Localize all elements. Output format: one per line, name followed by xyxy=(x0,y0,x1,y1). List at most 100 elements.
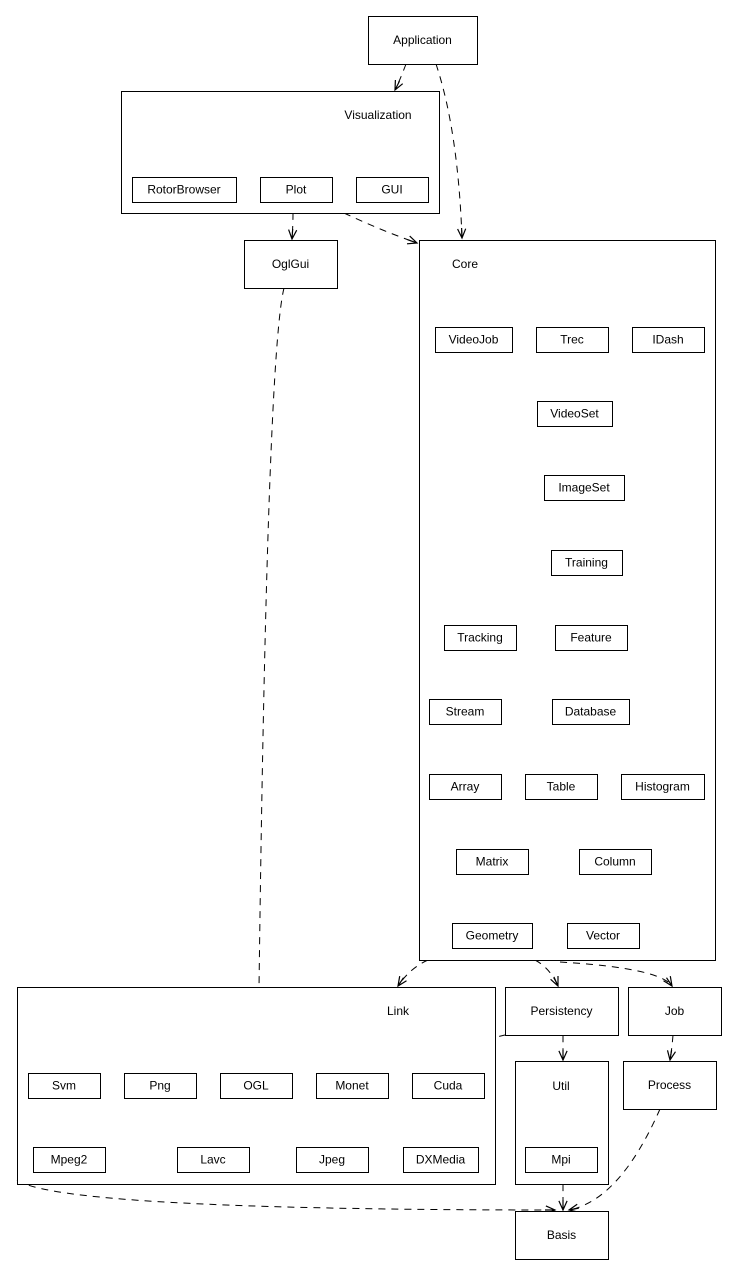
module-tracking: Tracking xyxy=(444,625,517,651)
module-label-image-set: ImageSet xyxy=(558,481,610,495)
module-label-job: Job xyxy=(665,1004,685,1018)
edge-link-to-basis xyxy=(16,1179,557,1215)
arrowhead-icon xyxy=(288,228,298,241)
module-label-video-set: VideoSet xyxy=(550,407,599,421)
module-label-mpeg2: Mpeg2 xyxy=(51,1153,88,1167)
arrowhead-icon xyxy=(397,975,407,988)
module-label-cuda: Cuda xyxy=(434,1079,463,1093)
module-label-video-job: VideoJob xyxy=(449,333,499,347)
module-feature: Feature xyxy=(555,625,628,651)
module-basis: Basis xyxy=(515,1211,609,1260)
module-vector: Vector xyxy=(567,923,640,949)
edge-line xyxy=(397,959,429,987)
module-plot: Plot xyxy=(260,177,333,203)
module-label-jpeg: Jpeg xyxy=(319,1153,345,1167)
module-mpeg2: Mpeg2 xyxy=(33,1147,106,1173)
module-label-process: Process xyxy=(648,1078,691,1092)
module-label-stream: Stream xyxy=(446,705,485,719)
module-ogl: OGL xyxy=(220,1073,293,1099)
module-label-histogram: Histogram xyxy=(635,780,690,794)
module-process: Process xyxy=(623,1061,717,1110)
module-cuda: Cuda xyxy=(412,1073,485,1099)
module-idash: IDash xyxy=(632,327,705,353)
arrowhead-icon xyxy=(558,1050,568,1062)
module-column: Column xyxy=(579,849,652,875)
module-label-png: Png xyxy=(149,1079,170,1093)
module-label-svm: Svm xyxy=(52,1079,76,1093)
module-jpeg: Jpeg xyxy=(296,1147,369,1173)
module-label-table: Table xyxy=(547,780,576,794)
module-stream: Stream xyxy=(429,699,502,725)
module-label-persistency: Persistency xyxy=(530,1004,592,1018)
module-label-ogl: OGL xyxy=(243,1079,269,1093)
module-label-matrix: Matrix xyxy=(476,855,509,869)
edge-visualization-to-core xyxy=(343,212,419,245)
module-rotor-browser: RotorBrowser xyxy=(132,177,237,203)
arrowhead-icon xyxy=(457,227,467,240)
edge-persistency-to-util xyxy=(558,1034,568,1062)
edge-visualization-to-ogl-gui xyxy=(288,212,298,241)
module-geometry: Geometry xyxy=(452,923,533,949)
module-label-tracking: Tracking xyxy=(457,631,503,645)
module-label-lavc: Lavc xyxy=(200,1153,225,1167)
dependency-diagram: Visualization Core Link Util Application Roto… xyxy=(16,16,722,1260)
module-svm: Svm xyxy=(28,1073,101,1099)
module-label-database: Database xyxy=(565,705,617,719)
arrowhead-icon xyxy=(406,235,419,245)
module-lavc: Lavc xyxy=(177,1147,250,1173)
edge-core-to-job xyxy=(559,961,673,988)
module-database: Database xyxy=(552,699,630,725)
module-label-ogl-gui: OglGui xyxy=(272,257,309,271)
edge-line xyxy=(257,287,285,1073)
module-png: Png xyxy=(124,1073,197,1099)
edge-core-to-persistency xyxy=(534,959,559,988)
module-label-mpi: Mpi xyxy=(551,1153,570,1167)
module-mpi: Mpi xyxy=(525,1147,598,1173)
module-label-array: Array xyxy=(451,780,480,794)
module-table: Table xyxy=(525,774,598,800)
module-label-geometry: Geometry xyxy=(466,929,519,943)
edge-util-to-basis xyxy=(558,1183,568,1212)
edge-core-to-link xyxy=(397,959,429,988)
module-label-plot: Plot xyxy=(286,183,307,197)
arrowhead-icon xyxy=(666,1050,677,1062)
module-label-dxmedia: DXMedia xyxy=(416,1153,466,1167)
module-label-monet: Monet xyxy=(335,1079,369,1093)
nodes-layer: Visualization Core Link Util Application Roto… xyxy=(17,16,722,1260)
module-video-set: VideoSet xyxy=(537,401,613,427)
module-trec: Trec xyxy=(536,327,609,353)
module-video-job: VideoJob xyxy=(435,327,513,353)
edge-line xyxy=(343,212,418,244)
edge-ogl-gui-to-ogl xyxy=(253,287,285,1074)
module-label-idash: IDash xyxy=(652,333,683,347)
module-image-set: ImageSet xyxy=(544,475,625,501)
module-job: Job xyxy=(628,987,722,1036)
module-gui: GUI xyxy=(356,177,429,203)
module-ogl-gui: OglGui xyxy=(244,240,338,289)
module-label-application: Application xyxy=(393,33,452,47)
package-label-core: Core xyxy=(452,257,478,271)
edge-line xyxy=(559,961,673,987)
module-label-feature: Feature xyxy=(570,631,612,645)
module-label-rotor-browser: RotorBrowser xyxy=(147,183,220,197)
module-training: Training xyxy=(551,550,623,576)
edge-application-to-core xyxy=(435,63,467,240)
module-label-gui: GUI xyxy=(381,183,402,197)
arrowhead-icon xyxy=(394,79,404,92)
module-label-training: Training xyxy=(565,556,608,570)
module-matrix: Matrix xyxy=(456,849,529,875)
module-application: Application xyxy=(368,16,478,65)
module-monet: Monet xyxy=(316,1073,389,1099)
module-label-vector: Vector xyxy=(586,929,620,943)
arrowhead-icon xyxy=(558,1200,568,1212)
module-array: Array xyxy=(429,774,502,800)
package-label-util: Util xyxy=(552,1079,569,1093)
arrowhead-icon xyxy=(550,976,559,988)
package-label-link: Link xyxy=(387,1004,410,1018)
edge-application-to-visualization xyxy=(394,63,407,92)
module-label-trec: Trec xyxy=(560,333,584,347)
module-histogram: Histogram xyxy=(621,774,705,800)
module-dxmedia: DXMedia xyxy=(403,1147,479,1173)
module-persistency: Persistency xyxy=(505,987,619,1036)
edge-job-to-process xyxy=(666,1034,677,1062)
